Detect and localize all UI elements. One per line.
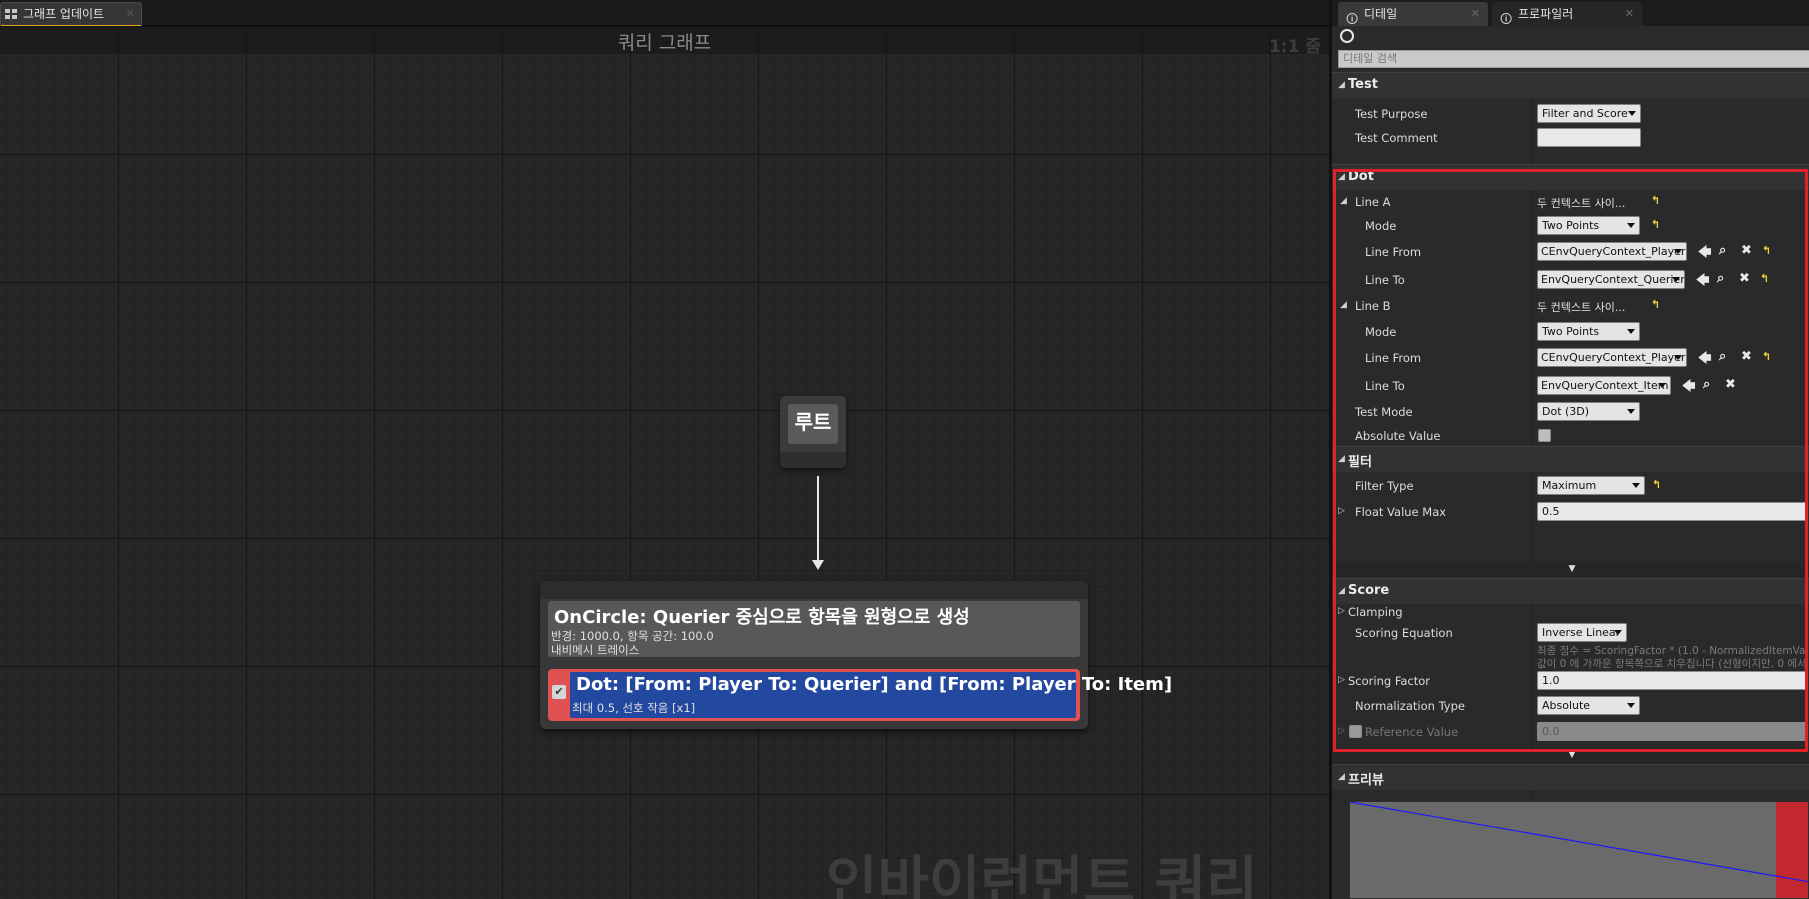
score-preview-graph bbox=[1349, 801, 1809, 899]
connector-arrow-icon bbox=[812, 560, 824, 570]
graph-tab-bar: 그래프 업데이트 ✕ bbox=[0, 0, 1329, 27]
tab-graph-update[interactable]: 그래프 업데이트 ✕ bbox=[0, 2, 142, 27]
test-comment-label: Test Comment bbox=[1355, 131, 1438, 145]
tab-details-label: 디테일 bbox=[1364, 7, 1398, 21]
generator-node-title: OnCircle: Querier 중심으로 항목을 원형으로 생성 bbox=[554, 607, 970, 628]
expand-triangle-icon: ◢ bbox=[1338, 772, 1345, 782]
test-purpose-dropdown[interactable]: Filter and Score bbox=[1537, 104, 1641, 123]
highlight-box bbox=[1333, 169, 1808, 752]
circle-icon[interactable] bbox=[1340, 29, 1354, 43]
close-icon[interactable]: ✕ bbox=[1471, 2, 1480, 26]
category-preview-label: 프리뷰 bbox=[1348, 773, 1384, 788]
preview-curve bbox=[1350, 802, 1808, 883]
graph-watermark: 인바이런먼트 쿼리 bbox=[826, 851, 1258, 899]
zoom-level: 1:1 줌 bbox=[1268, 37, 1321, 57]
test-enabled-checkbox[interactable]: ✔ bbox=[552, 685, 566, 699]
details-search-input[interactable]: 디테일 검색 bbox=[1338, 50, 1809, 68]
root-node-output-pin[interactable] bbox=[780, 452, 846, 468]
close-icon[interactable]: ✕ bbox=[1625, 2, 1634, 26]
graph-title-bar: 쿼리 그래프 1:1 줌 bbox=[0, 26, 1329, 57]
generator-node[interactable]: OnCircle: Querier 중심으로 항목을 원형으로 생성 반경: 1… bbox=[540, 581, 1172, 729]
dot-test-summary: 최대 0.5, 선호 작음 [x1] bbox=[572, 701, 696, 715]
root-node[interactable]: 루트 bbox=[780, 396, 846, 468]
category-test-label: Test bbox=[1348, 77, 1378, 92]
dot-test-title: Dot: [From: Player To: Querier] and [Fro… bbox=[576, 674, 1173, 695]
app-window: 그래프 업데이트 ✕ 쿼리 그래프 1:1 줌 루트 OnCircle: Que… bbox=[0, 0, 1809, 899]
generator-node-input-pin[interactable] bbox=[540, 581, 1088, 599]
expand-triangle-icon: ◢ bbox=[1338, 80, 1345, 90]
row-test-purpose: Test Purpose Filter and Score bbox=[1332, 102, 1809, 126]
category-preview[interactable]: ◢ 프리뷰 bbox=[1332, 764, 1809, 790]
preview-line bbox=[1350, 802, 1808, 883]
graph-icon bbox=[5, 9, 17, 19]
root-node-label: 루트 bbox=[794, 410, 832, 434]
tab-profiler[interactable]: 🛈 프로파일러 ✕ bbox=[1492, 2, 1642, 26]
generator-node-trace: 내비메시 트레이스 bbox=[551, 643, 640, 657]
tab-details[interactable]: 🛈 디테일 ✕ bbox=[1338, 2, 1488, 26]
test-comment-input[interactable] bbox=[1537, 128, 1641, 147]
graph-title: 쿼리 그래프 bbox=[617, 32, 712, 54]
close-icon[interactable]: ✕ bbox=[126, 3, 135, 25]
panel-toolbar bbox=[1332, 26, 1809, 48]
chevron-down-icon bbox=[1628, 111, 1636, 116]
test-purpose-value: Filter and Score bbox=[1542, 107, 1628, 120]
category-test[interactable]: ◢ Test bbox=[1332, 72, 1809, 98]
dot-test-node[interactable]: ✔ Dot: [From: Player To: Querier] and [F… bbox=[548, 669, 1172, 721]
dot-test-node-body: Dot: [From: Player To: Querier] and [Fro… bbox=[570, 672, 1172, 718]
tab-graph-update-label: 그래프 업데이트 bbox=[23, 7, 105, 21]
row-test-comment: Test Comment bbox=[1332, 126, 1809, 150]
test-purpose-label: Test Purpose bbox=[1355, 107, 1428, 121]
panel-tab-bar: 🛈 디테일 ✕ 🛈 프로파일러 ✕ bbox=[1332, 0, 1809, 26]
query-graph-canvas[interactable]: 쿼리 그래프 1:1 줌 루트 OnCircle: Querier 중심으로 항… bbox=[0, 26, 1329, 899]
node-connector bbox=[817, 476, 819, 561]
tab-profiler-label: 프로파일러 bbox=[1518, 7, 1574, 21]
